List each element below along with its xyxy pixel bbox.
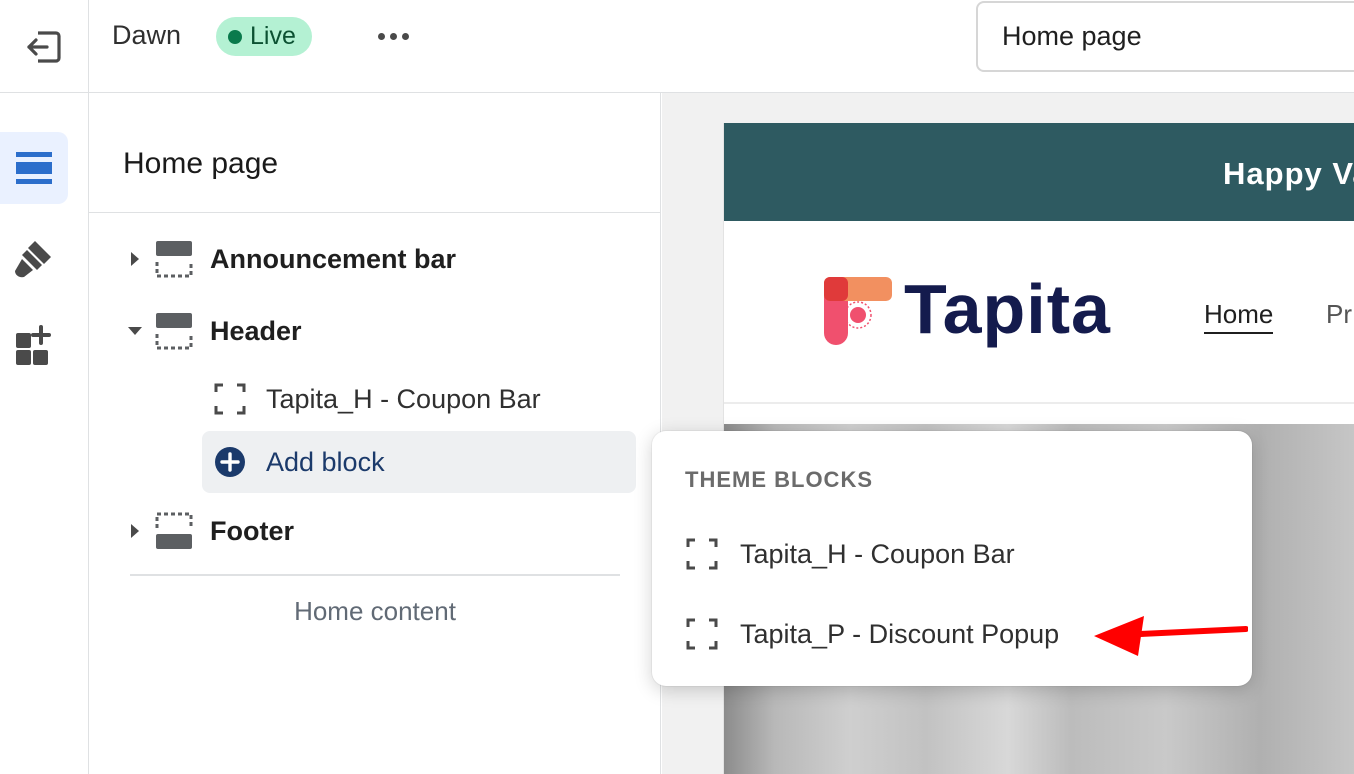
add-block-label: Add block — [266, 446, 385, 477]
dot-icon — [401, 32, 409, 40]
apps-icon — [16, 325, 51, 365]
add-circle-icon — [215, 447, 245, 477]
block-icon — [686, 538, 718, 570]
section-label: Header — [210, 315, 302, 346]
announcement-text: Happy Va — [1223, 156, 1354, 191]
store-logo-text: Tapita — [904, 270, 1111, 348]
block-icon — [686, 618, 718, 650]
sections-sidebar: Home page Announcement bar Header Tapita… — [89, 93, 661, 774]
exit-button[interactable] — [0, 0, 89, 93]
theme-name: Dawn — [112, 20, 182, 50]
nav-link-products[interactable]: Pr — [1326, 299, 1352, 330]
popover-item-coupon-bar[interactable]: Tapita_H - Coupon Bar — [672, 523, 1232, 585]
divider — [130, 574, 620, 576]
dot-icon — [389, 32, 397, 40]
header-section-icon — [155, 241, 193, 278]
left-rail — [0, 93, 89, 774]
theme-settings-nav-button[interactable] — [0, 222, 68, 294]
sections-nav-button[interactable] — [0, 132, 68, 204]
preview-header[interactable]: Tapita Home Pr — [724, 221, 1354, 404]
section-label: Announcement bar — [210, 243, 457, 274]
caret-right-icon[interactable] — [127, 251, 143, 267]
footer-section-icon — [155, 512, 193, 549]
paintbrush-icon — [15, 241, 51, 278]
section-label: Footer — [210, 515, 294, 546]
section-footer[interactable]: Footer — [89, 503, 661, 559]
sidebar-title: Home page — [123, 147, 279, 180]
section-header[interactable]: Header — [89, 303, 661, 359]
popover-heading: THEME BLOCKS — [685, 467, 873, 492]
dot-icon — [377, 32, 385, 40]
live-dot-icon — [228, 29, 242, 44]
red-arrow-icon — [1094, 616, 1248, 656]
caret-down-icon[interactable] — [127, 323, 143, 339]
nav-link-home[interactable]: Home — [1204, 299, 1274, 334]
status-badge: Live — [216, 17, 312, 56]
section-announcement-bar[interactable]: Announcement bar — [89, 231, 661, 287]
block-label: Tapita_H - Coupon Bar — [266, 383, 541, 414]
block-icon — [214, 383, 246, 415]
exit-icon — [27, 30, 61, 63]
block-coupon-bar[interactable]: Tapita_H - Coupon Bar — [202, 368, 636, 430]
divider — [89, 212, 661, 213]
status-badge-label: Live — [250, 22, 296, 50]
tapita-logo-icon — [824, 277, 892, 345]
app-embeds-nav-button[interactable] — [0, 309, 68, 381]
popover-item-label: Tapita_P - Discount Popup — [740, 618, 1060, 649]
sections-icon — [16, 152, 52, 184]
popover-item-label: Tapita_H - Coupon Bar — [740, 538, 1015, 569]
add-block-button[interactable]: Add block — [202, 431, 636, 493]
home-content-label: Home content — [294, 596, 456, 626]
more-actions-button[interactable] — [372, 20, 414, 52]
caret-right-icon[interactable] — [127, 523, 143, 539]
page-selector[interactable]: Home page — [976, 1, 1354, 72]
header-section-icon — [155, 313, 193, 350]
preview-announcement-bar[interactable]: Happy Va — [724, 123, 1354, 221]
top-bar: Dawn Live Home page — [0, 0, 1354, 93]
